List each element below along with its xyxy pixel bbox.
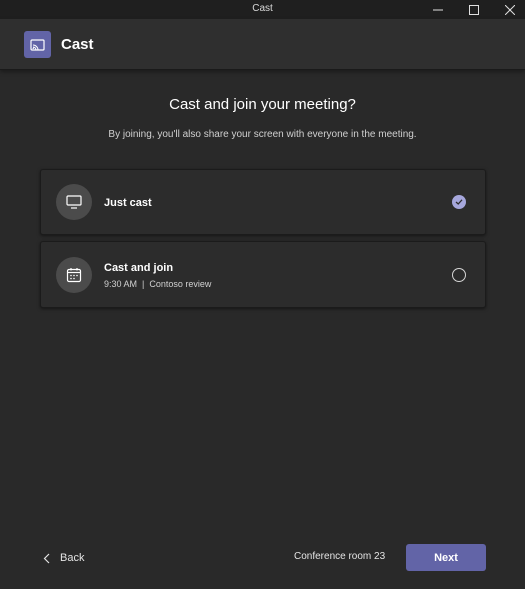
option-label: Cast and join [104, 262, 174, 274]
meeting-name: Contoso review [149, 279, 212, 289]
app-title: Cast [61, 36, 94, 53]
minimize-icon [433, 9, 443, 10]
next-button[interactable]: Next [406, 544, 486, 571]
window-titlebar: Cast [0, 0, 525, 19]
option-just-cast[interactable]: Just cast [40, 169, 486, 235]
page-subtitle: By joining, you'll also share your scree… [108, 129, 417, 140]
separator: | [142, 279, 145, 289]
option-label: Just cast [104, 197, 152, 209]
app-header: Cast [0, 19, 525, 70]
room-name: Conference room 23 [294, 551, 386, 562]
radio-selected[interactable] [452, 195, 466, 209]
close-button[interactable] [495, 0, 525, 19]
back-button[interactable]: Back [43, 549, 84, 567]
option-cast-and-join[interactable]: Cast and join 9:30 AM | Contoso review [40, 241, 486, 308]
maximize-icon [469, 4, 479, 15]
minimize-button[interactable] [423, 0, 453, 19]
maximize-button[interactable] [459, 0, 489, 19]
checkmark-icon [455, 199, 463, 205]
page-title: Cast and join your meeting? [169, 96, 356, 113]
meeting-time: 9:30 AM [104, 279, 138, 289]
cast-icon [24, 31, 51, 58]
radio-unselected[interactable] [452, 268, 466, 282]
close-icon [505, 4, 515, 15]
monitor-icon [56, 184, 92, 220]
calendar-icon [56, 257, 92, 293]
chevron-left-icon [43, 553, 50, 563]
back-label: Back [60, 552, 85, 564]
meeting-details: 9:30 AM | Contoso review [104, 279, 211, 289]
